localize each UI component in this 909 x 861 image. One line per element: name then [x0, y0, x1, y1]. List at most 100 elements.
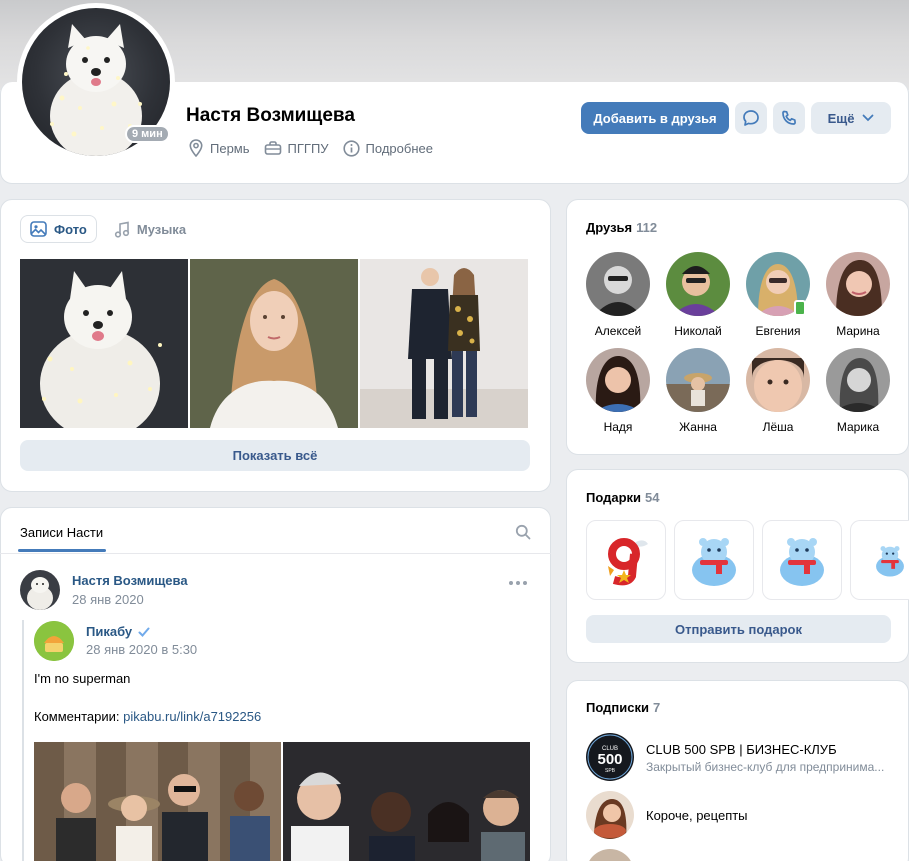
wall-tab-underline: [18, 549, 106, 552]
image-icon: [30, 221, 47, 237]
repost-line: [22, 620, 24, 861]
location-pin-icon: [189, 139, 203, 157]
gift-item[interactable]: [586, 520, 666, 600]
verified-check-icon: [138, 627, 150, 637]
chevron-down-icon: [863, 114, 874, 122]
subscription-name[interactable]: Короче, рецепты: [646, 808, 748, 823]
friend-item[interactable]: Николай: [663, 252, 733, 338]
profile-info-row: Пермь ПГГПУ Подробнее: [188, 139, 433, 157]
search-icon[interactable]: [515, 524, 531, 540]
more-dots-icon: [509, 581, 527, 585]
friend-item[interactable]: Алексей: [583, 252, 653, 338]
friend-name: Жанна: [679, 420, 717, 434]
friend-name: Марика: [836, 420, 880, 434]
pikabu-avatar[interactable]: [34, 621, 74, 661]
friend-avatar: [666, 348, 730, 412]
profile-name: Настя Возмищева: [186, 105, 355, 126]
music-note-icon: [114, 221, 129, 238]
subscription-description: Закрытый бизнес-клуб для предпринима...: [646, 760, 885, 774]
friend-item[interactable]: Лёша: [743, 348, 813, 434]
polar-bear-gift-icon: [780, 538, 824, 586]
online-badge: 9 мин: [125, 125, 170, 143]
gifts-title: Подарки: [586, 490, 642, 505]
university-info[interactable]: ПГГПУ: [264, 140, 329, 156]
subscriptions-title: Подписки: [586, 700, 649, 715]
friends-count: 112: [636, 220, 658, 235]
friend-avatar: [666, 252, 730, 316]
photo-thumbnail[interactable]: [190, 259, 358, 428]
friend-avatar: [586, 348, 650, 412]
svg-text:500: 500: [597, 751, 622, 768]
repost-source-name: Пикабу: [86, 624, 133, 639]
post-author-avatar[interactable]: [20, 570, 60, 610]
friend-name: Лёша: [762, 420, 794, 434]
send-gift-button[interactable]: Отправить подарок: [586, 615, 891, 643]
photo-thumbnail[interactable]: [20, 259, 188, 428]
post-text: I'm no superman: [34, 671, 131, 686]
friend-item[interactable]: Жанна: [663, 348, 733, 434]
friend-item[interactable]: Надя: [583, 348, 653, 434]
photo-grid: [20, 259, 528, 428]
friend-name: Евгения: [755, 324, 801, 338]
post-author-name[interactable]: Настя Возмищева: [72, 573, 188, 588]
mobile-online-icon: [794, 300, 806, 316]
post-photo[interactable]: [34, 742, 281, 861]
friend-name: Надя: [603, 420, 633, 434]
info-icon: [342, 139, 360, 157]
wall-title[interactable]: Записи Насти: [20, 525, 103, 540]
polar-bear-gift-icon: [692, 538, 736, 586]
post-date[interactable]: 28 янв 2020: [72, 592, 144, 607]
more-button-label: Ещё: [827, 110, 855, 126]
polar-bear-gift-icon: [876, 546, 904, 577]
post-comments-line: Комментарии: pikabu.ru/link/a7192256: [34, 709, 261, 724]
friend-avatar: [826, 252, 890, 316]
friend-item[interactable]: Марика: [823, 348, 893, 434]
gift-item[interactable]: [674, 520, 754, 600]
subscriptions-count: 7: [652, 700, 661, 715]
club500-logo[interactable]: CLUB 500 SPB: [586, 733, 634, 781]
friend-avatar: [826, 348, 890, 412]
call-button[interactable]: [773, 102, 805, 134]
friend-name: Марина: [836, 324, 880, 338]
friend-item[interactable]: Евгения: [743, 252, 813, 338]
gift-item[interactable]: [762, 520, 842, 600]
university-label: ПГГПУ: [287, 140, 329, 156]
comments-prefix: Комментарии:: [34, 709, 120, 724]
media-tabs: Фото Музыка: [20, 215, 195, 243]
message-button[interactable]: [735, 102, 767, 134]
message-bubble-icon: [743, 110, 759, 126]
victory-day-gift-icon: [608, 538, 648, 586]
friends-title: Друзья: [586, 220, 633, 235]
photo-thumbnail[interactable]: [360, 259, 528, 428]
tab-photo[interactable]: Фото: [20, 215, 97, 243]
wall-divider: [0, 553, 551, 554]
show-all-photos-button[interactable]: Показать всё: [20, 440, 530, 471]
comments-link[interactable]: pikabu.ru/link/a7192256: [123, 709, 261, 724]
more-button[interactable]: Ещё: [811, 102, 891, 134]
tab-photo-label: Фото: [54, 221, 87, 237]
subscription-avatar[interactable]: [586, 791, 634, 839]
gift-item[interactable]: [850, 520, 909, 600]
phone-icon: [782, 110, 796, 125]
more-info-label: Подробнее: [365, 140, 433, 156]
more-info-link[interactable]: Подробнее: [342, 139, 433, 157]
svg-text:SPB: SPB: [605, 768, 616, 774]
tab-music-label: Музыка: [136, 221, 187, 237]
city-info[interactable]: Пермь: [188, 139, 250, 157]
friends-header[interactable]: Друзья 112: [586, 220, 657, 235]
tab-music[interactable]: Музыка: [105, 215, 195, 243]
subscriptions-header[interactable]: Подписки 7: [586, 700, 660, 715]
club500-logo-icon: CLUB 500 SPB: [587, 734, 633, 780]
education-icon: [264, 141, 281, 155]
subscription-name[interactable]: CLUB 500 SPB | БИЗНЕС-КЛУБ: [646, 742, 837, 757]
repost-source[interactable]: Пикабу: [86, 624, 150, 639]
add-friend-button[interactable]: Добавить в друзья: [581, 102, 729, 134]
gifts-header[interactable]: Подарки 54: [586, 490, 660, 505]
post-photo[interactable]: [283, 742, 530, 861]
friend-item[interactable]: Марина: [823, 252, 893, 338]
repost-date[interactable]: 28 янв 2020 в 5:30: [86, 642, 197, 657]
post-menu-button[interactable]: [509, 581, 527, 585]
gifts-count: 54: [645, 490, 660, 505]
friend-avatar: [746, 348, 810, 412]
city-label: Пермь: [210, 140, 250, 156]
